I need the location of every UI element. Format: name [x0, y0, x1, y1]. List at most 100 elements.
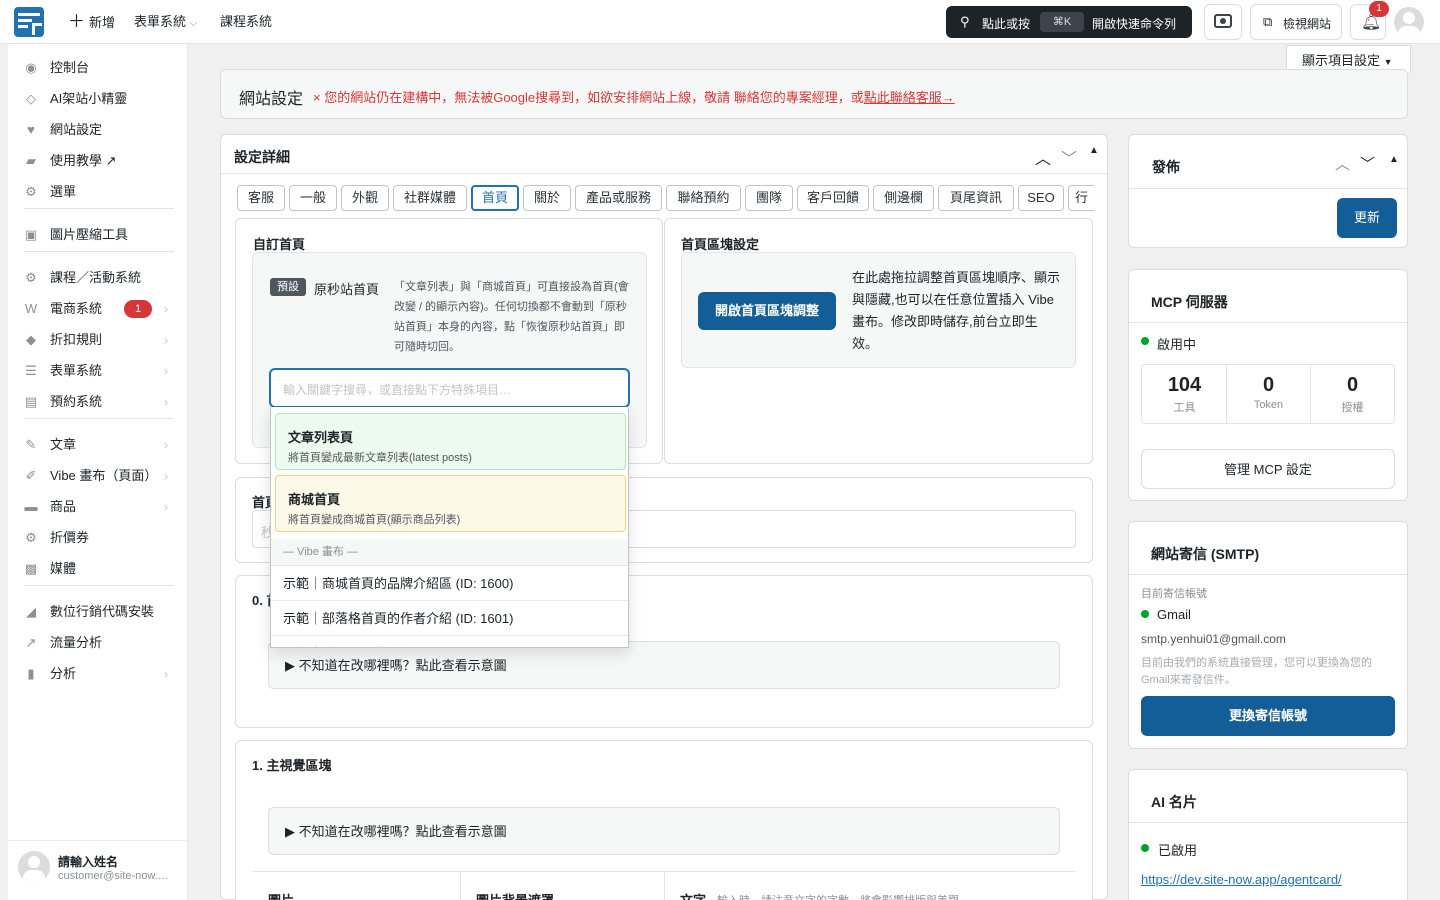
ai-card: AI 名片 已啟用 https://dev.site-now.app/agent…	[1128, 769, 1408, 900]
tab-11[interactable]: 頁尾資訊	[938, 185, 1014, 211]
tab-5[interactable]: 關於	[523, 185, 571, 211]
sidebar-user[interactable]: 請輸入姓名 customer@site-now.…	[8, 840, 188, 900]
graduation-icon: ▰	[26, 153, 36, 168]
sidebar-divider	[24, 418, 174, 419]
tab-3[interactable]: 社群媒體	[393, 185, 467, 211]
chevron-down-icon[interactable]: ﹀	[1061, 145, 1077, 169]
pin-icon: ✎	[25, 437, 37, 452]
notifications-button[interactable]: 🔔︎ 1	[1350, 1, 1389, 40]
contact-support-link[interactable]: 點此聯絡客服→	[864, 90, 955, 105]
gear-icon: ⚙	[25, 530, 37, 545]
tab-7[interactable]: 聯絡預約	[666, 185, 741, 211]
image-icon: ▣	[24, 227, 38, 242]
site-logo-icon[interactable]	[14, 7, 44, 37]
woo-icon: W	[24, 301, 38, 316]
default-home-name: 原秒站首頁	[314, 282, 380, 297]
sidebar-item[interactable]: ♥ 網站設定	[8, 115, 188, 145]
sidebar-item[interactable]: ◆ 折扣規則 ›	[8, 325, 188, 355]
sidebar-item[interactable]: ◇ AI架站小精靈	[8, 84, 188, 114]
update-button[interactable]: 更新	[1337, 198, 1397, 238]
smtp-card: 網站寄信 (SMTP) 目前寄信帳號 Gmail smtp.yenhui01@g…	[1128, 521, 1408, 749]
notice-message: × 您的網站仍在建構中，無法被Google搜尋到，如欲安排網站上線，敬請 聯絡您…	[313, 90, 955, 105]
ai-card-status: 已啟用	[1158, 843, 1198, 858]
sidebar-item-label: 使用教學 ↗	[50, 153, 117, 168]
smtp-title: 網站寄信 (SMTP)	[1151, 546, 1260, 562]
command-palette-button[interactable]: ⚲ 點此或按 ⌘K 開啟快速命令列	[946, 6, 1192, 38]
sidebar-item[interactable]: W 電商系統 1 ›	[8, 294, 188, 324]
chevron-up-icon[interactable]: ︿	[1035, 145, 1051, 169]
sidebar-item[interactable]: ▣ 圖片壓縮工具	[8, 220, 188, 250]
sidebar-item[interactable]: ✎ 文章 ›	[8, 430, 188, 460]
block-settings-description: 在此處拖拉調整首頁區塊順序、顯示與隱藏,也可以在任意位置插入 Vibe 畫布。修…	[852, 270, 1061, 351]
sidebar-item[interactable]: ▩ 媒體	[8, 554, 188, 584]
tab-8[interactable]: 團隊	[745, 185, 793, 211]
block-settings-panel: 開啟首頁區塊調整 在此處拖拉調整首頁區塊順序、顯示與隱藏,也可以在任意位置插入 …	[681, 252, 1076, 368]
sidebar-item-label: 網站設定	[50, 122, 103, 137]
sidebar-item[interactable]: ▤ 預約系統 ›	[8, 387, 188, 417]
new-button[interactable]: ＋新增	[68, 0, 115, 44]
diagram-hint-toggle-2[interactable]: ▶ 不知道在改哪裡嗎？點此查看示意圖	[268, 807, 1060, 855]
sidebar-item[interactable]: ▮ 分析 ›	[8, 659, 188, 689]
sidebar-item[interactable]: ⚙ 折價券	[8, 523, 188, 553]
open-block-editor-button[interactable]: 開啟首頁區塊調整	[698, 292, 836, 330]
sidebar-item[interactable]: ◉ 控制台	[8, 53, 188, 83]
dropdown-row[interactable]: 示範｜商城首頁的品牌介紹區 (ID: 1600)	[271, 565, 628, 600]
sidebar-item[interactable]: ⚙ 選單	[8, 177, 188, 207]
chevron-right-icon: ›	[164, 395, 168, 409]
trend-icon: ↗	[25, 635, 37, 650]
sidebar-item[interactable]: ✐ Vibe 畫布（頁面） ›	[8, 461, 188, 491]
dropdown-row[interactable]: 示範｜部落格首頁的作者介紹 (ID: 1601)	[271, 600, 628, 635]
form-icon: ☰	[25, 363, 37, 378]
chevron-down-icon[interactable]: ﹀	[1360, 153, 1375, 174]
course-system-menu[interactable]: 課程系統	[220, 0, 272, 44]
tab-12[interactable]: SEO	[1018, 185, 1064, 211]
tab-1[interactable]: 一般	[289, 185, 337, 211]
tab-4[interactable]: 首頁	[471, 185, 519, 211]
preview-button[interactable]	[1204, 4, 1242, 40]
caret-down-icon: ▼	[1383, 57, 1393, 67]
tab-10[interactable]: 側邊欄	[873, 185, 934, 211]
col-text-note: 輸入時，請注意文字的字數，將會影響排版與美觀	[717, 892, 959, 900]
sidebar-item-label: 流量分析	[50, 635, 103, 650]
box-icon: ▬	[24, 499, 38, 514]
tab-2[interactable]: 外觀	[341, 185, 389, 211]
smtp-email: smtp.yenhui01@gmail.com	[1141, 632, 1286, 646]
chevron-right-icon: ›	[164, 469, 168, 483]
publish-card: 發佈 ︿ ﹀ ▲ 更新	[1128, 134, 1408, 248]
sidebar-item-label: 文章	[50, 437, 77, 452]
sidebar-item-label: 選單	[50, 184, 77, 199]
avatar[interactable]	[1394, 7, 1424, 37]
collapse-triangle-icon[interactable]: ▲	[1089, 145, 1099, 156]
diagram-hint-toggle[interactable]: ▶ 不知道在改哪裡嗎？點此查看示意圖	[268, 641, 1060, 689]
sidebar-item[interactable]: ☰ 表單系統 ›	[8, 356, 188, 386]
plus-icon: ＋	[68, 12, 85, 31]
sidebar: ◉ 控制台 ◇ AI架站小精靈 ♥ 網站設定 ▰ 使用教學 ↗ ⚙ 選單 ▣ 圖片壓縮工具 ⚙ 課程／活動…	[8, 44, 188, 900]
dashboard-icon: ◉	[25, 60, 37, 75]
shortcut-key: ⌘K	[1040, 12, 1084, 32]
dropdown-row[interactable]: 示範｜線上課程的活動頁 (ID: 1602)	[271, 635, 628, 647]
form-system-menu[interactable]: 表單系統 ⌵	[134, 0, 197, 44]
change-smtp-button[interactable]: 更換寄信帳號	[1141, 696, 1395, 736]
sidebar-item[interactable]: ⚙ 課程／活動系統	[8, 263, 188, 293]
col-text: 文字	[680, 890, 706, 900]
manage-mcp-button[interactable]: 管理 MCP 設定	[1141, 449, 1395, 489]
sidebar-item[interactable]: ▰ 使用教學 ↗	[8, 146, 188, 176]
view-site-button[interactable]: ⧉ 檢視網站	[1250, 4, 1342, 40]
sidebar-item[interactable]: ↗ 流量分析	[8, 628, 188, 658]
sidebar-item[interactable]: ▬ 商品 ›	[8, 492, 188, 522]
option-latest-posts[interactable]: 文章列表頁 將首頁變成最新文章列表(latest posts)	[275, 413, 626, 470]
collapse-triangle-icon[interactable]: ▲	[1389, 154, 1399, 165]
chevron-up-icon[interactable]: ︿	[1335, 153, 1350, 174]
tab-13[interactable]: 行	[1068, 185, 1094, 211]
mcp-status: 啟用中	[1157, 337, 1197, 352]
tab-6[interactable]: 產品或服務	[575, 185, 662, 211]
home-search-input[interactable]: 輸入關鍵字搜尋，或直接點下方特殊項目…	[269, 368, 630, 408]
sidebar-item-label: 分析	[50, 666, 77, 681]
tab-9[interactable]: 客戶回饋	[797, 185, 869, 211]
ai-card-link[interactable]: https://dev.site-now.app/agentcard/	[1141, 872, 1342, 887]
sidebar-divider	[24, 251, 174, 252]
tab-0[interactable]: 客服	[237, 185, 285, 211]
sidebar-item[interactable]: ◢ 數位行銷代碼安裝	[8, 597, 188, 627]
option-shop-home[interactable]: 商城首頁 將首頁變成商城首頁(顯示商品列表)	[275, 475, 626, 532]
chevron-right-icon: ›	[164, 500, 168, 514]
